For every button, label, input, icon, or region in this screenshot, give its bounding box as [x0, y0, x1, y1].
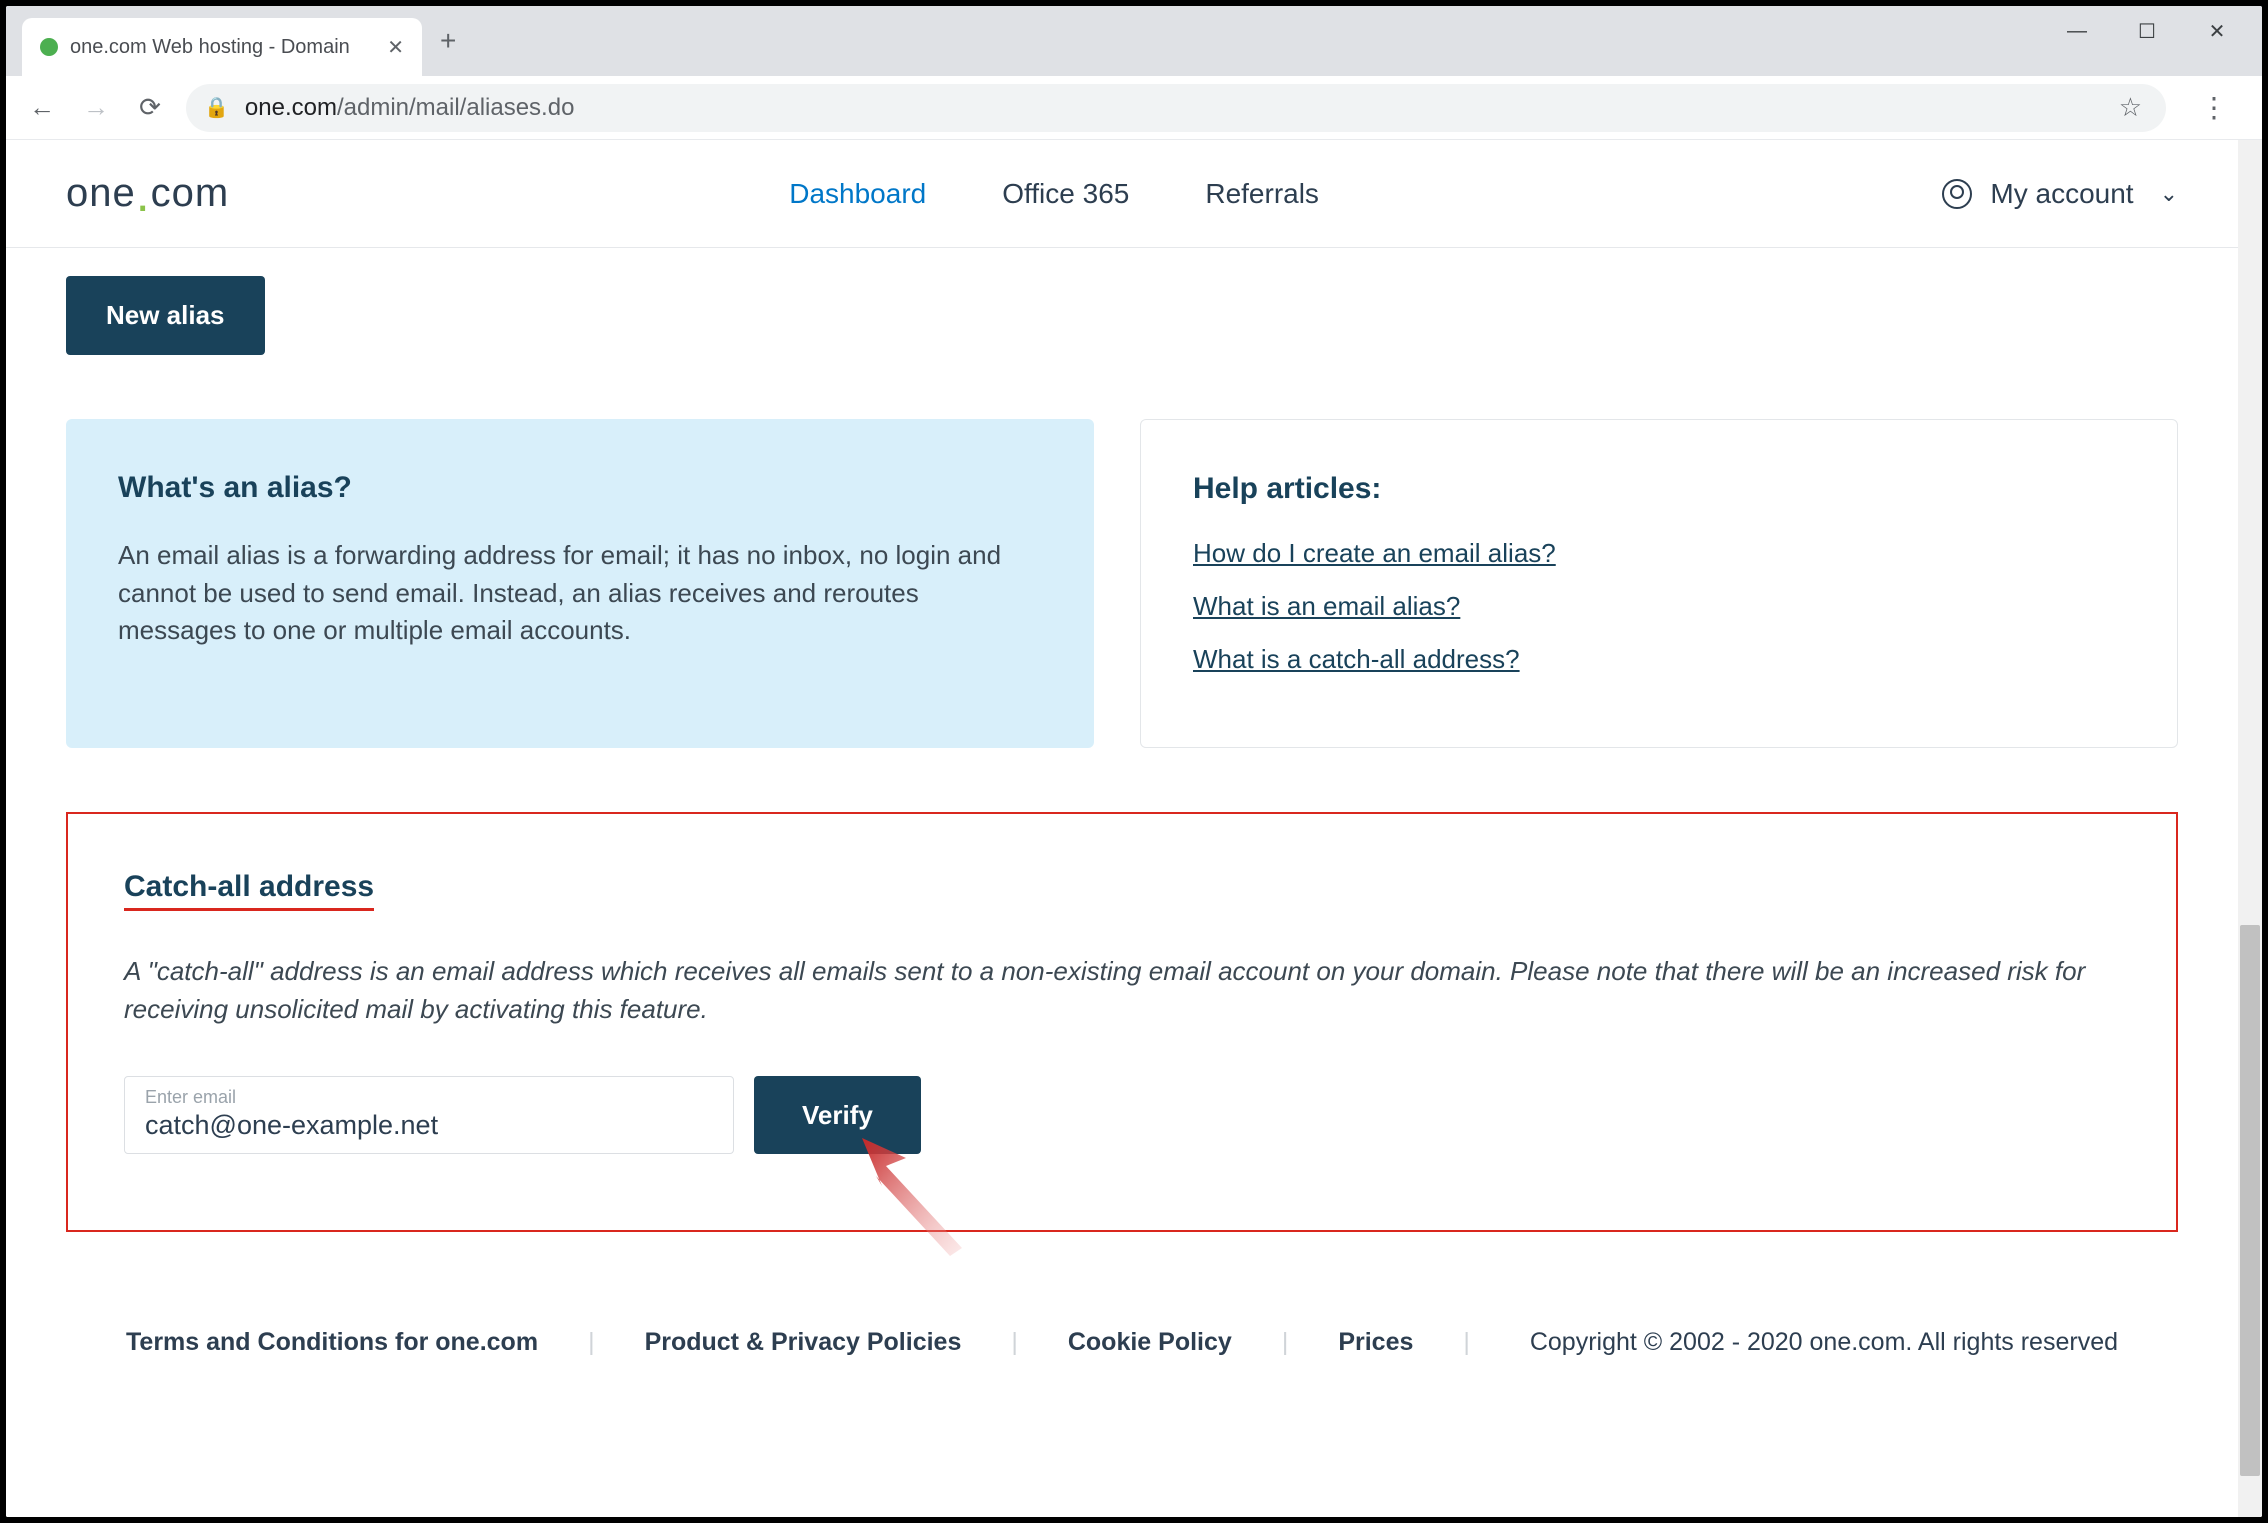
- chevron-down-icon: ⌄: [2152, 181, 2178, 207]
- catchall-input-label: Enter email: [145, 1087, 713, 1108]
- footer-prices[interactable]: Prices: [1338, 1328, 1413, 1357]
- site-header: one.com Dashboard Office 365 Referrals M…: [6, 140, 2238, 248]
- footer-sep-icon: |: [1011, 1328, 1018, 1357]
- catchall-title: Catch-all address: [124, 870, 374, 911]
- reload-icon[interactable]: ⟳: [132, 92, 168, 123]
- footer-sep-icon: |: [1282, 1328, 1289, 1357]
- logo[interactable]: one.com: [66, 171, 229, 216]
- nav-referrals[interactable]: Referrals: [1205, 178, 1319, 210]
- viewport: one.com Dashboard Office 365 Referrals M…: [6, 140, 2262, 1517]
- help-panel-title: Help articles:: [1193, 472, 2125, 506]
- nav-office365[interactable]: Office 365: [1002, 178, 1129, 210]
- catchall-input-row: Enter email Verify: [124, 1076, 2120, 1154]
- close-window-icon[interactable]: ✕: [2182, 6, 2252, 56]
- help-link-2[interactable]: What is a catch-all address?: [1193, 644, 2125, 675]
- new-alias-button[interactable]: New alias: [66, 276, 265, 355]
- help-links: How do I create an email alias? What is …: [1193, 538, 2125, 675]
- footer-policies[interactable]: Product & Privacy Policies: [645, 1328, 962, 1357]
- help-link-0[interactable]: How do I create an email alias?: [1193, 538, 2125, 569]
- footer: Terms and Conditions for one.com | Produ…: [66, 1300, 2178, 1357]
- catchall-section: Catch-all address A "catch-all" address …: [66, 812, 2178, 1232]
- lock-icon: 🔒: [204, 95, 229, 120]
- kebab-menu-icon[interactable]: ⋮: [2184, 91, 2244, 124]
- account-label: My account: [1990, 178, 2133, 210]
- forward-icon: →: [78, 92, 114, 123]
- alias-panel-title: What's an alias?: [118, 471, 1042, 505]
- catchall-email-input[interactable]: [145, 1110, 713, 1141]
- verify-button-label: Verify: [802, 1100, 873, 1130]
- browser-toolbar: ← → ⟳ 🔒 one.com/admin/mail/aliases.do ☆ …: [6, 76, 2262, 140]
- favicon-icon: [40, 38, 58, 56]
- browser-window: one.com Web hosting - Domain ✕ + — ☐ ✕ ←…: [6, 6, 2262, 1517]
- new-tab-button[interactable]: +: [440, 25, 456, 57]
- maximize-icon[interactable]: ☐: [2112, 6, 2182, 56]
- annotation-arrow-icon: [862, 1138, 982, 1258]
- nav-dashboard[interactable]: Dashboard: [789, 178, 926, 210]
- window-controls: — ☐ ✕: [2042, 6, 2252, 56]
- alias-panel: What's an alias? An email alias is a for…: [66, 419, 1094, 748]
- content-area: New alias What's an alias? An email alia…: [6, 248, 2238, 1357]
- minimize-icon[interactable]: —: [2042, 6, 2112, 56]
- address-bar[interactable]: 🔒 one.com/admin/mail/aliases.do ☆: [186, 84, 2166, 132]
- catchall-email-field[interactable]: Enter email: [124, 1076, 734, 1154]
- footer-terms[interactable]: Terms and Conditions for one.com: [126, 1328, 538, 1357]
- logo-right: com: [151, 171, 230, 216]
- footer-sep-icon: |: [588, 1328, 595, 1357]
- help-panel: Help articles: How do I create an email …: [1140, 419, 2178, 748]
- url-text: one.com/admin/mail/aliases.do: [245, 94, 575, 122]
- vertical-scrollbar[interactable]: [2238, 140, 2262, 1517]
- close-tab-icon[interactable]: ✕: [387, 35, 404, 60]
- titlebar: one.com Web hosting - Domain ✕ + — ☐ ✕: [6, 6, 2262, 76]
- logo-left: one: [66, 171, 136, 216]
- browser-tab[interactable]: one.com Web hosting - Domain ✕: [22, 18, 422, 76]
- bookmark-star-icon[interactable]: ☆: [2119, 92, 2142, 123]
- footer-copyright: Copyright © 2002 - 2020 one.com. All rig…: [1530, 1328, 2118, 1357]
- footer-cookie[interactable]: Cookie Policy: [1068, 1328, 1232, 1357]
- tab-title: one.com Web hosting - Domain: [70, 36, 375, 59]
- footer-sep-icon: |: [1463, 1328, 1470, 1357]
- back-icon[interactable]: ←: [24, 92, 60, 123]
- page-body: one.com Dashboard Office 365 Referrals M…: [6, 140, 2238, 1517]
- user-icon: [1942, 179, 1972, 209]
- alias-panel-body: An email alias is a forwarding address f…: [118, 537, 1042, 650]
- catchall-body: A "catch-all" address is an email addres…: [124, 953, 2120, 1028]
- scrollbar-thumb[interactable]: [2240, 925, 2260, 1476]
- site-nav: Dashboard Office 365 Referrals: [789, 178, 1319, 210]
- help-link-1[interactable]: What is an email alias?: [1193, 591, 2125, 622]
- info-panels: What's an alias? An email alias is a for…: [66, 419, 2178, 748]
- verify-button[interactable]: Verify: [754, 1076, 921, 1154]
- account-menu[interactable]: My account ⌄: [1942, 178, 2178, 210]
